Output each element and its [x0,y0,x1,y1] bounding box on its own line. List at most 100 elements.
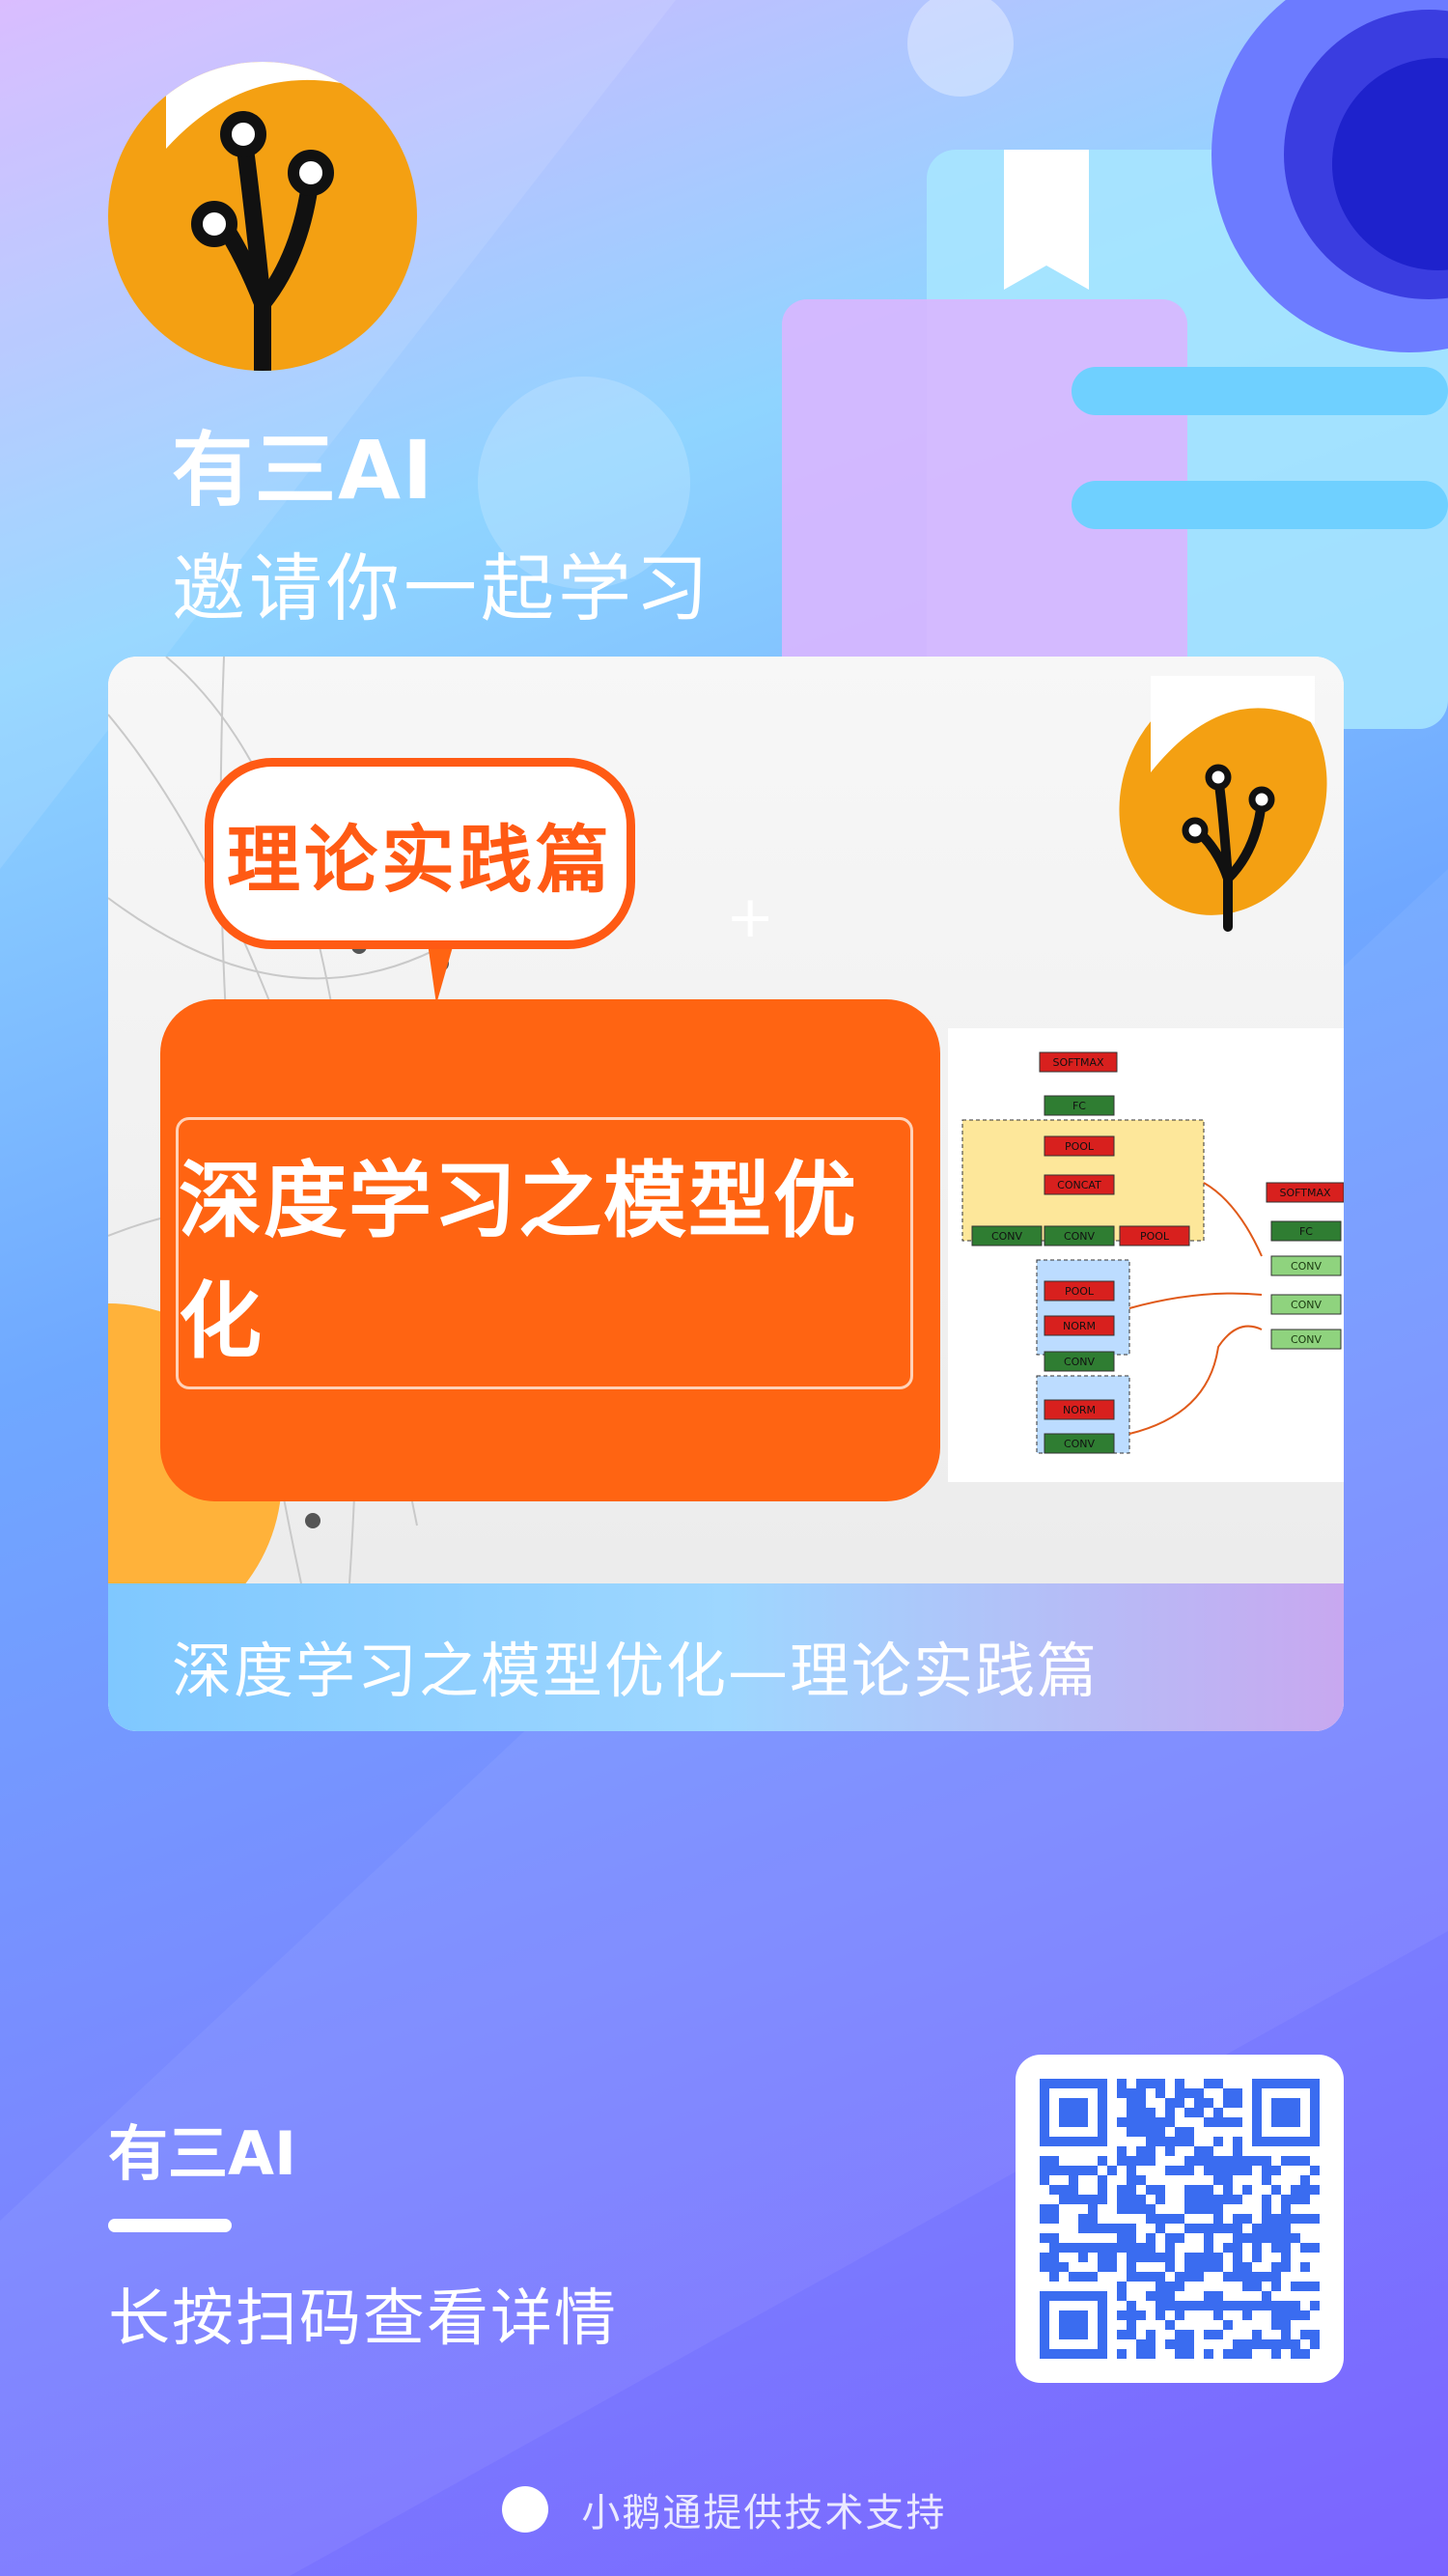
qr-module [1165,2214,1175,2224]
qr-module [1204,2146,1213,2156]
divider [108,2219,232,2232]
qr-module [1165,2282,1175,2291]
qr-module [1291,2310,1300,2320]
qr-module [1281,2214,1291,2224]
qr-module [1117,2146,1127,2156]
qr-module [1242,2349,1252,2359]
qr-module [1213,2291,1223,2301]
qr-module [1165,2339,1175,2349]
qr-module [1136,2088,1146,2098]
qr-module [1310,2330,1320,2339]
qr-module [1127,2098,1136,2108]
qr-module [1204,2117,1213,2127]
qr-module [1204,2204,1213,2214]
qr-module [1146,2214,1156,2224]
qr-module [1146,2253,1156,2262]
qr-module [1300,2156,1310,2166]
diagram-branch-layer-label: SOFTMAX [1279,1187,1331,1199]
qr-module [1127,2253,1136,2262]
qr-module [1117,2195,1127,2204]
qr-module [1165,2320,1175,2330]
qr-module [1136,2195,1146,2204]
qr-module [1156,2185,1165,2195]
qr-module [1049,2185,1059,2195]
qr-module [1117,2088,1127,2098]
qr-module [1069,2195,1078,2204]
qr-module [1242,2301,1252,2310]
qr-module [1146,2127,1156,2137]
qr-module [1310,2185,1320,2195]
qr-module [1040,2156,1049,2166]
qr-module [1059,2262,1069,2272]
qr-module [1310,2166,1320,2175]
qr-module [1069,2175,1078,2185]
qr-module [1040,2214,1049,2224]
qr-module [1107,2243,1117,2253]
qr-module [1146,2117,1156,2127]
qr-module [1213,2310,1223,2320]
qr-module [1223,2320,1233,2330]
qr-module [1146,2233,1156,2243]
qr-module [1127,2320,1136,2330]
qr-module [1281,2243,1291,2253]
qr-module [1204,2098,1213,2108]
qr-module [1252,2339,1262,2349]
qr-module [1165,2243,1175,2253]
qr-module [1310,2282,1320,2291]
qr-module [1156,2301,1165,2310]
qr-module [1156,2195,1165,2204]
qr-module [1184,2224,1194,2233]
qr-module [1049,2243,1059,2253]
qr-module [1088,2204,1098,2214]
qr-module [1213,2117,1223,2127]
qr-module [1175,2079,1184,2088]
qr-module [1291,2156,1300,2166]
qr-module [1117,2349,1127,2359]
qr-module [1252,2253,1262,2262]
qr-module [1194,2301,1204,2310]
qr-module [1204,2195,1213,2204]
qr-module [1204,2253,1213,2262]
qr-module [1213,2204,1223,2214]
qr-module [1233,2272,1242,2282]
qr-module [1204,2243,1213,2253]
qr-module [1233,2137,1242,2146]
qr-module [1175,2166,1184,2175]
qr-module [1271,2339,1281,2349]
qr-module [1262,2156,1271,2166]
qr-module [1223,2166,1233,2175]
course-card[interactable]: + 理论实践篇 深度学习之模型优化 SOFTMAX FC POOL CONCAT CON… [108,657,1344,1731]
qr-module [1040,2175,1049,2185]
qr-module [1252,2272,1262,2282]
sprout-logo-icon [166,62,398,371]
qr-module [1117,2233,1127,2243]
qr-module [1117,2204,1127,2214]
qr-module [1136,2204,1146,2214]
qr-module [1213,2108,1223,2117]
qr-module [1291,2233,1300,2243]
qr-module [1069,2185,1078,2195]
qr-module [1117,2156,1127,2166]
qr-module [1291,2301,1300,2310]
category-tag: 理论实践篇 [205,758,635,949]
qr-module [1223,2175,1233,2185]
qr-module [1213,2195,1223,2204]
qr-module [1184,2272,1194,2282]
qr-module [1223,2117,1233,2127]
qr-module [1300,2185,1310,2195]
qr-module [1271,2214,1281,2224]
qr-module [1049,2214,1059,2224]
qr-module [1213,2224,1223,2233]
qr-finder-pattern [1059,2310,1088,2339]
qr-code[interactable] [1016,2055,1344,2383]
qr-module [1281,2262,1291,2272]
qr-module [1291,2282,1300,2291]
qr-module [1281,2204,1291,2214]
qr-module [1175,2330,1184,2339]
qr-module [1271,2320,1281,2330]
qr-module [1127,2127,1136,2137]
qr-module [1117,2079,1127,2088]
qr-module [1127,2310,1136,2320]
qr-module [1136,2272,1146,2282]
qr-module [1242,2185,1252,2195]
